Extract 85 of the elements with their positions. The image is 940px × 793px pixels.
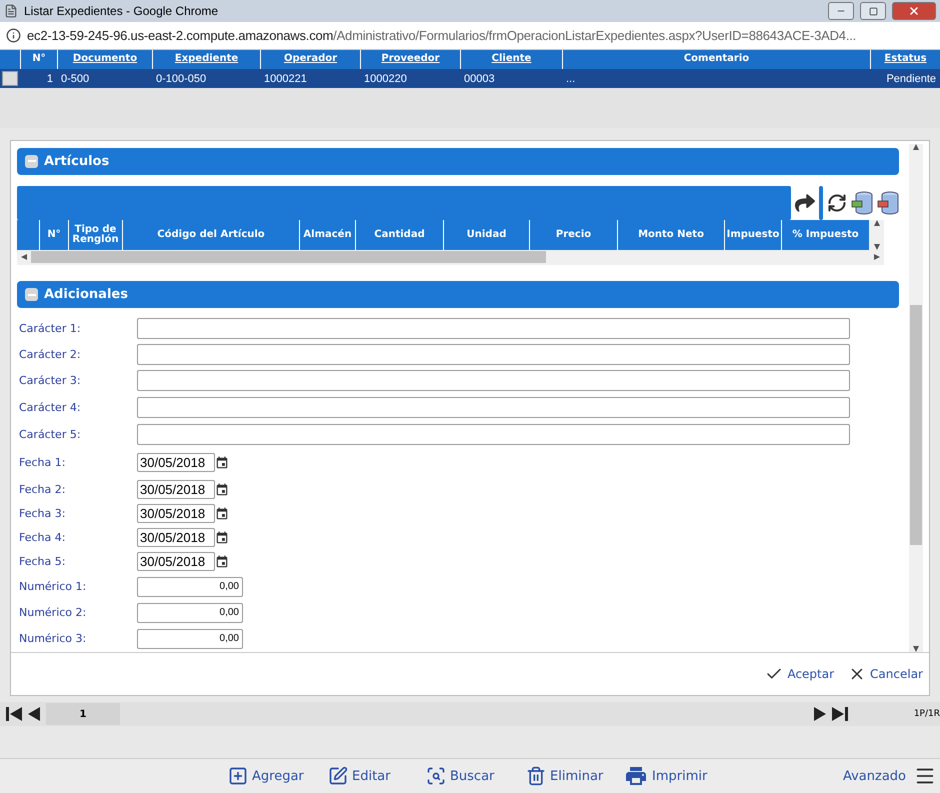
print-button[interactable]: Imprimir	[624, 764, 714, 788]
window-title: Listar Expedientes - Google Chrome	[24, 4, 220, 18]
info-icon	[6, 28, 21, 43]
number-field[interactable]: 0,00	[137, 628, 243, 649]
text-field[interactable]	[137, 318, 850, 340]
calendar-icon[interactable]	[215, 554, 229, 569]
section-title: Adicionales	[44, 287, 128, 302]
printer-icon	[624, 764, 648, 788]
table-cell-text: Pendiente	[885, 72, 937, 84]
close-button[interactable]	[892, 2, 936, 20]
table-cell-text: 0-100-050	[155, 72, 208, 84]
search-button[interactable]: Buscar	[426, 766, 526, 786]
add-icon	[228, 766, 248, 786]
number-field[interactable]: 0,00	[137, 602, 243, 623]
minus-icon	[28, 160, 36, 162]
first-page-icon[interactable]	[6, 707, 22, 721]
field-label: Numérico 1:	[19, 580, 88, 594]
page-icon	[4, 4, 18, 18]
last-page-icon[interactable]	[832, 707, 848, 721]
delete-button[interactable]: Eliminar	[526, 766, 624, 786]
date-field[interactable]: 30/05/2018	[137, 528, 215, 548]
edit-button[interactable]: Editar	[328, 766, 426, 786]
search-icon	[426, 766, 446, 786]
date-field[interactable]: 30/05/2018	[137, 552, 215, 572]
cancel-button[interactable]: Cancelar	[848, 665, 923, 683]
field-label: Fecha 5:	[19, 555, 66, 568]
date-field[interactable]: 30/05/2018	[137, 504, 215, 524]
field-label: Carácter 3:	[19, 374, 82, 388]
number-field[interactable]: 0,00	[137, 576, 243, 597]
minus-icon	[28, 294, 36, 296]
page-number[interactable]: 1	[46, 703, 120, 725]
text-field[interactable]	[137, 344, 850, 366]
calendar-icon[interactable]	[215, 506, 229, 521]
scrollbar-thumb[interactable]	[31, 251, 546, 264]
field-label: Fecha 1:	[19, 456, 66, 470]
scroll-right-arrow[interactable]	[874, 254, 880, 260]
field-label: Numérico 2:	[19, 606, 88, 620]
accept-button[interactable]: Aceptar	[765, 665, 834, 683]
field-label: Fecha 2:	[19, 483, 66, 496]
field-label: Carácter 1:	[19, 322, 82, 336]
collapse-toggle[interactable]	[25, 288, 38, 302]
table-cell-text: 1	[46, 72, 54, 84]
field-label: Carácter 2:	[19, 348, 82, 362]
text-field[interactable]	[137, 370, 850, 392]
previous-page-icon[interactable]	[28, 707, 40, 721]
database-import-icon[interactable]	[851, 190, 873, 215]
maximize-icon	[868, 6, 878, 16]
grid-row[interactable]: 1 0-500 0-100-050 1000221 1000220 00003 ... Pendiente	[0, 69, 940, 88]
table-cell-text: 1000221	[263, 72, 308, 84]
text-field[interactable]	[137, 424, 850, 446]
minimize-button[interactable]	[828, 2, 854, 20]
scroll-down-arrow[interactable]	[913, 646, 919, 652]
section-title: Artículos	[44, 154, 110, 169]
trash-icon	[526, 766, 546, 786]
table-cell-text: 00003	[463, 72, 496, 84]
next-page-icon[interactable]	[814, 707, 826, 721]
forward-icon[interactable]	[795, 192, 815, 213]
advanced-button[interactable]: Avanzado	[842, 765, 936, 787]
close-icon	[908, 5, 920, 17]
calendar-icon[interactable]	[215, 530, 229, 545]
field-label: Fecha 3:	[19, 507, 66, 520]
field-label: Carácter 5:	[19, 428, 82, 442]
field-label: Fecha 4:	[19, 531, 66, 544]
text-field[interactable]	[137, 397, 850, 418]
refresh-icon[interactable]	[827, 192, 847, 213]
table-cell-text: ...	[565, 72, 576, 84]
collapse-toggle[interactable]	[25, 154, 38, 168]
calendar-icon[interactable]	[215, 482, 229, 497]
table-cell-text: 1000220	[363, 72, 408, 84]
scroll-up-arrow[interactable]	[874, 220, 880, 226]
scrollbar-thumb[interactable]	[910, 305, 922, 545]
page-summary: 1P/1R	[912, 709, 940, 719]
scroll-left-arrow[interactable]	[21, 254, 27, 260]
scroll-up-arrow[interactable]	[913, 144, 919, 150]
field-label: Numérico 3:	[19, 632, 88, 646]
database-export-icon[interactable]	[877, 190, 899, 215]
field-label: Carácter 4:	[19, 401, 82, 414]
maximize-button[interactable]	[860, 2, 886, 20]
add-button[interactable]: Agregar	[228, 766, 328, 786]
calendar-icon[interactable]	[215, 456, 229, 470]
edit-icon	[328, 766, 348, 786]
table-cell-text: 0-500	[60, 72, 90, 84]
scroll-down-arrow[interactable]	[874, 244, 880, 250]
date-field[interactable]: 30/05/2018	[137, 480, 215, 500]
date-field[interactable]: 30/05/2018	[137, 453, 215, 472]
